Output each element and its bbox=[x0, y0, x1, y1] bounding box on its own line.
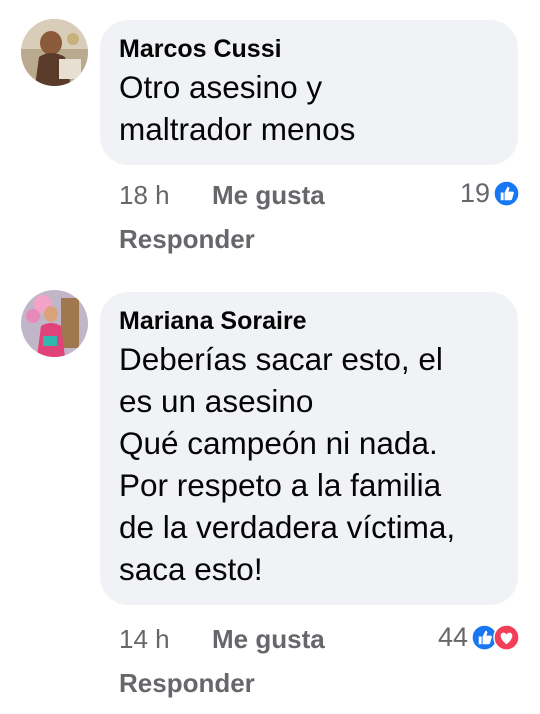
comment-line: Qué campeón ni nada. bbox=[119, 425, 438, 461]
like-button[interactable]: Me gusta bbox=[212, 624, 325, 655]
avatar[interactable] bbox=[21, 19, 88, 86]
avatar-image bbox=[21, 290, 88, 357]
reaction-summary[interactable]: 19 bbox=[460, 178, 520, 209]
comment-line: Deberías sacar esto, el bbox=[119, 341, 443, 377]
comment-line: Por respeto a la familia bbox=[119, 467, 442, 503]
comment-line: de la verdadera víctima, bbox=[119, 509, 456, 545]
reply-button[interactable]: Responder bbox=[119, 668, 255, 699]
comment-author[interactable]: Mariana Soraire bbox=[119, 306, 498, 336]
reaction-count: 19 bbox=[459, 178, 490, 208]
comment-time[interactable]: 18 h bbox=[119, 180, 170, 211]
reaction-summary[interactable]: 44 bbox=[438, 622, 520, 653]
reply-button[interactable]: Responder bbox=[119, 224, 255, 255]
comment-text: Otro asesino y maltrador menos bbox=[119, 66, 498, 150]
reaction-count: 44 bbox=[437, 622, 468, 652]
comment-line: saca esto! bbox=[119, 551, 263, 587]
comment-line: es un asesino bbox=[119, 383, 314, 419]
comment-author[interactable]: Marcos Cussi bbox=[119, 34, 498, 64]
comment-line: maltrador menos bbox=[119, 111, 356, 147]
comment-bubble: Marcos Cussi Otro asesino y maltrador me… bbox=[100, 20, 518, 165]
like-button[interactable]: Me gusta bbox=[212, 180, 325, 211]
comment-time[interactable]: 14 h bbox=[119, 624, 170, 655]
comment-line: Otro asesino y bbox=[119, 69, 323, 105]
avatar-image bbox=[21, 19, 88, 86]
comment-text: Deberías sacar esto, el es un asesino Qu… bbox=[119, 338, 498, 590]
like-icon bbox=[493, 180, 520, 207]
comment-bubble: Mariana Soraire Deberías sacar esto, el … bbox=[100, 292, 518, 605]
love-icon bbox=[493, 624, 520, 651]
avatar[interactable] bbox=[21, 290, 88, 357]
